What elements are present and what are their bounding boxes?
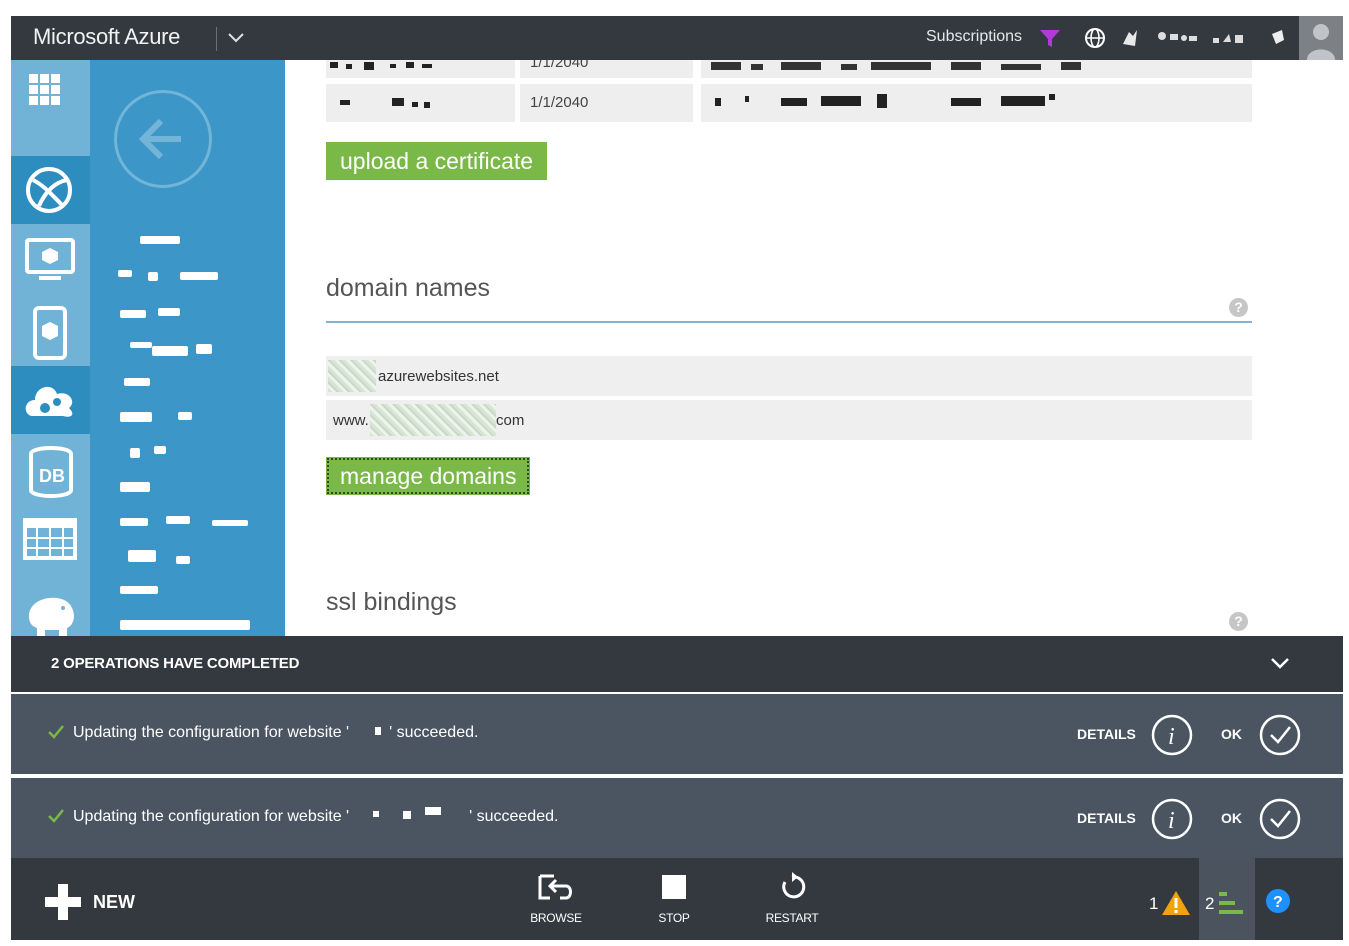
chevron-down-icon[interactable] <box>225 26 247 48</box>
manage-domains-button[interactable]: manage domains <box>326 457 531 495</box>
restart-button[interactable]: RESTART <box>752 872 832 925</box>
subscriptions-label[interactable]: Subscriptions <box>926 28 1022 46</box>
back-arrow-icon <box>138 118 181 160</box>
notification-header: 2 OPERATIONS HAVE COMPLETED <box>11 636 1343 692</box>
stop-icon <box>662 875 686 899</box>
ok-label[interactable]: OK <box>1221 810 1242 826</box>
redacted-account-name-icon <box>1158 32 1197 41</box>
redacted-custom-domain <box>370 404 496 436</box>
notification-text: Updating the configuration for website '… <box>73 807 559 825</box>
rail-item-cloud-services[interactable] <box>11 366 90 434</box>
ok-check-icon[interactable] <box>1259 798 1301 840</box>
browse-label: BROWSE <box>530 911 582 925</box>
domain-names-help-icon[interactable]: ? <box>1229 298 1248 317</box>
notifications-icon[interactable] <box>1268 26 1288 50</box>
certificate-name-redacted <box>326 60 515 78</box>
browse-button[interactable]: BROWSE <box>516 872 596 925</box>
details-link[interactable]: DETAILS <box>1077 810 1136 826</box>
rail-item-hdinsight[interactable] <box>11 576 90 644</box>
stop-button[interactable]: STOP <box>634 872 714 925</box>
domain-suffix: com <box>496 412 525 429</box>
svg-text:?: ? <box>1273 894 1283 911</box>
azure-portal-window: Microsoft Azure Subscriptions DB 1/1/204… <box>11 16 1343 940</box>
browse-icon <box>538 874 572 900</box>
rail-item-virtual-machines[interactable] <box>11 226 90 294</box>
notification-summary: 2 OPERATIONS HAVE COMPLETED <box>51 655 300 672</box>
rail-item-mobile-services[interactable] <box>11 296 90 364</box>
user-avatar-icon <box>1307 24 1335 60</box>
collapse-chevron-icon[interactable] <box>1269 654 1291 672</box>
redacted-site-name <box>328 360 376 392</box>
help-icon[interactable]: ? <box>1265 888 1291 914</box>
domain-prefix: www. <box>333 412 369 429</box>
domain-names-divider <box>326 321 1252 323</box>
restart-icon <box>782 872 806 899</box>
warnings-count: 1 <box>1149 894 1159 913</box>
info-icon[interactable]: i <box>1151 798 1193 840</box>
back-button[interactable] <box>114 90 212 188</box>
configure-content: 1/1/2040 1/1/2040 upload a certificate d… <box>285 60 1343 636</box>
command-bar: NEW BROWSE STOP RESTART 1 2 ? <box>11 858 1343 940</box>
top-bar: Microsoft Azure Subscriptions <box>11 16 1343 60</box>
brand-separator <box>216 27 217 51</box>
certificate-expiry: 1/1/2040 <box>520 84 693 122</box>
website-list-panel <box>90 60 285 636</box>
database-icon: DB <box>29 446 73 498</box>
info-icon[interactable]: i <box>1151 714 1193 756</box>
filter-icon[interactable] <box>1038 26 1062 50</box>
globe-icon[interactable] <box>1083 26 1107 50</box>
ok-check-icon[interactable] <box>1259 714 1301 756</box>
certificate-expiry: 1/1/2040 <box>520 60 693 78</box>
certificate-thumbprint-redacted <box>701 60 1252 78</box>
details-link[interactable]: DETAILS <box>1077 726 1136 742</box>
success-check-icon <box>48 725 64 739</box>
warning-icon <box>1162 891 1190 915</box>
rail-item-sql-databases[interactable]: DB <box>11 436 90 504</box>
domain-row: www. com <box>326 400 1252 440</box>
redacted-website-name <box>349 727 389 737</box>
avatar[interactable] <box>1299 16 1343 60</box>
user-account-icon[interactable] <box>1119 26 1141 50</box>
svg-text:i: i <box>1168 808 1175 834</box>
ok-label[interactable]: OK <box>1221 726 1242 742</box>
table-icon <box>23 518 77 560</box>
progress-count: 2 <box>1205 894 1215 913</box>
stop-label: STOP <box>658 911 690 925</box>
progress-bars-icon <box>1219 892 1243 914</box>
notification-text: Updating the configuration for website '… <box>73 724 479 741</box>
virtual-machine-icon <box>25 238 75 280</box>
notification-item: Updating the configuration for website '… <box>11 778 1343 858</box>
svg-text:i: i <box>1168 724 1175 750</box>
globe-icon <box>26 167 72 213</box>
grid-icon <box>29 74 60 105</box>
domain-row: azurewebsites.net <box>326 356 1252 396</box>
mobile-services-icon <box>33 306 67 360</box>
notification-item: Updating the configuration for website '… <box>11 694 1343 774</box>
rail-item-all-items[interactable] <box>11 60 90 128</box>
domain-suffix: azurewebsites.net <box>378 368 499 385</box>
certificate-name-redacted <box>326 84 515 122</box>
certificate-thumbprint-redacted <box>701 84 1252 122</box>
success-check-icon <box>48 809 64 823</box>
cloud-gear-icon <box>25 386 73 417</box>
service-rail: DB <box>11 60 90 638</box>
ssl-bindings-help-icon[interactable]: ? <box>1229 612 1248 631</box>
svg-text:DB: DB <box>39 466 65 486</box>
rail-item-websites[interactable] <box>11 156 90 224</box>
redacted-directory-icon <box>1213 34 1243 43</box>
new-label: NEW <box>93 892 135 912</box>
progress-indicator[interactable]: 2 <box>1199 858 1255 940</box>
domain-names-title: domain names <box>326 274 490 302</box>
elephant-icon <box>29 597 74 638</box>
upload-certificate-button[interactable]: upload a certificate <box>326 142 548 180</box>
plus-icon <box>45 884 81 920</box>
brand-title[interactable]: Microsoft Azure <box>33 24 180 50</box>
ssl-bindings-title: ssl bindings <box>326 588 457 616</box>
rail-item-storage[interactable] <box>11 506 90 574</box>
restart-label: RESTART <box>765 911 819 925</box>
redacted-website-name <box>349 807 469 821</box>
